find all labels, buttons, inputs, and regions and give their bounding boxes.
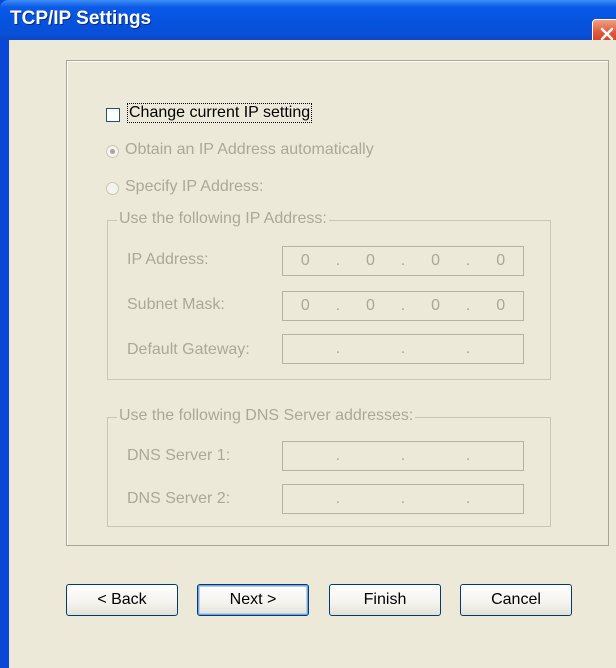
dns-server-group-legend: Use the following DNS Server addresses: [117, 407, 416, 425]
subnet-mask-field[interactable]: 0. 0. 0. 0 [282, 291, 524, 321]
ip-address-group-legend: Use the following IP Address: [117, 210, 329, 228]
ip-address-label: IP Address: [127, 251, 209, 268]
dns-server-2-field[interactable]: . . . [282, 484, 524, 514]
dialog-window: TCP/IP Settings Change current IP settin… [0, 0, 616, 668]
close-icon [600, 27, 614, 41]
subnet-octet: 0 [431, 297, 440, 314]
ip-octet: 0 [365, 252, 375, 269]
specify-ip-label: Specify IP Address: [125, 178, 264, 195]
change-ip-checkbox[interactable] [106, 108, 120, 122]
ip-octet: 0 [300, 252, 310, 269]
ip-octet: 0 [496, 252, 506, 269]
dialog-client-area: Change current IP setting Obtain an IP A… [9, 40, 616, 668]
subnet-mask-label: Subnet Mask: [127, 296, 225, 313]
finish-button[interactable]: Finish [329, 584, 441, 616]
obtain-auto-label: Obtain an IP Address automatically [125, 141, 374, 158]
back-button[interactable]: < Back [66, 584, 178, 616]
specify-ip-radio[interactable] [106, 182, 119, 195]
ip-octet: 0 [431, 252, 440, 269]
subnet-octet: 0 [300, 297, 310, 314]
dns-server-1-label: DNS Server 1: [127, 447, 231, 464]
next-button[interactable]: Next > [197, 584, 309, 616]
dns-server-1-field[interactable]: . . . [282, 441, 524, 471]
obtain-auto-radio[interactable] [106, 145, 119, 158]
cancel-button[interactable]: Cancel [460, 584, 572, 616]
default-gateway-label: Default Gateway: [127, 341, 250, 358]
title-bar[interactable]: TCP/IP Settings [0, 0, 616, 40]
dns-server-2-label: DNS Server 2: [127, 490, 231, 507]
ip-address-field[interactable]: 0. 0. 0. 0 [282, 246, 524, 276]
change-ip-checkbox-label[interactable]: Change current IP setting [127, 103, 313, 123]
subnet-octet: 0 [365, 297, 375, 314]
default-gateway-field[interactable]: . . . [282, 334, 524, 364]
dialog-title: TCP/IP Settings [10, 8, 152, 29]
subnet-octet: 0 [496, 297, 506, 314]
